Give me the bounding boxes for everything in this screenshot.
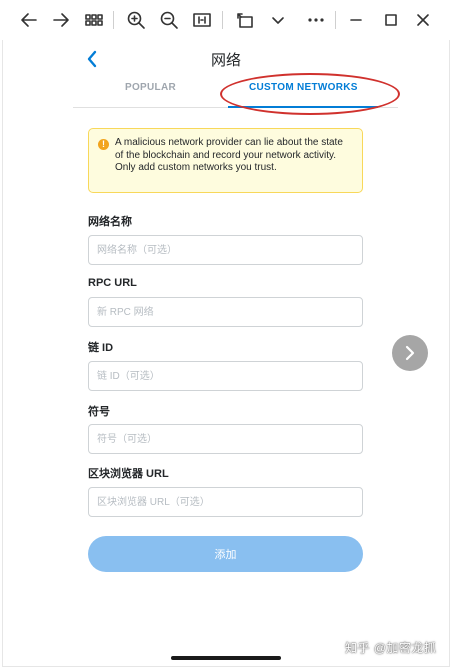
toolbar-divider (335, 11, 336, 29)
network-tabs: POPULAR CUSTOM NETWORKS (73, 76, 398, 108)
warning-banner: ! A malicious network provider can lie a… (88, 128, 363, 193)
rpc-url-label: RPC URL (88, 277, 137, 289)
zoom-in-icon[interactable] (124, 8, 148, 32)
back-arrow-icon[interactable] (17, 8, 41, 32)
chevron-right-icon (405, 345, 415, 361)
warning-icon: ! (98, 139, 109, 150)
toolbar-divider (113, 11, 114, 29)
tab-popular[interactable]: POPULAR (125, 82, 176, 93)
forward-arrow-icon[interactable] (49, 8, 73, 32)
grid-view-icon[interactable] (82, 8, 106, 32)
maximize-icon[interactable] (379, 8, 403, 32)
symbol-label: 符号 (88, 406, 110, 418)
chain-id-label: 链 ID (88, 342, 114, 354)
home-indicator (171, 656, 281, 660)
chain-id-input[interactable] (88, 361, 363, 391)
network-name-input[interactable] (88, 235, 363, 265)
close-icon[interactable] (411, 8, 435, 32)
watermark: 知乎 @加密龙抓 (345, 641, 437, 655)
active-tab-indicator (228, 106, 378, 108)
network-name-label: 网络名称 (88, 216, 132, 228)
viewer-toolbar (0, 0, 452, 40)
add-button[interactable]: 添加 (88, 536, 363, 572)
rotate-icon[interactable] (233, 8, 257, 32)
tab-custom-networks[interactable]: CUSTOM NETWORKS (249, 82, 358, 93)
warning-text: A malicious network provider can lie abo… (115, 137, 343, 174)
more-icon[interactable] (304, 8, 328, 32)
rpc-url-input[interactable] (88, 297, 363, 327)
page-title: 网络 (210, 52, 241, 69)
explorer-url-label: 区块浏览器 URL (88, 468, 169, 480)
toolbar-divider (222, 11, 223, 29)
explorer-url-input[interactable] (88, 487, 363, 517)
minimize-icon[interactable] (344, 8, 368, 32)
chevron-down-icon[interactable] (266, 8, 290, 32)
symbol-input[interactable] (88, 424, 363, 454)
zoom-out-icon[interactable] (157, 8, 181, 32)
fit-page-icon[interactable] (190, 8, 214, 32)
next-page-button[interactable] (392, 335, 428, 371)
